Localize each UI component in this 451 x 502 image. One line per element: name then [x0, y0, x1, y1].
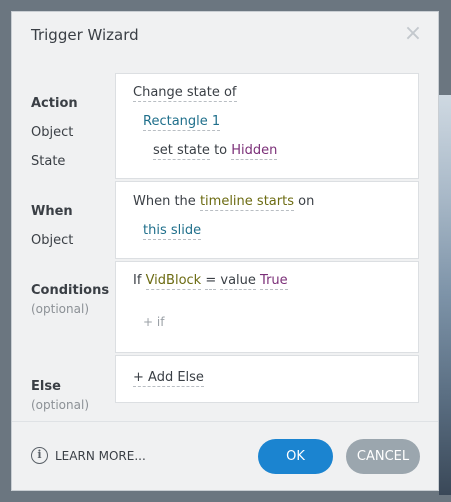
- condition-value-type-dropdown[interactable]: value: [220, 273, 256, 290]
- ok-button[interactable]: OK: [258, 439, 333, 474]
- condition-variable-dropdown[interactable]: VidBlock: [145, 273, 202, 290]
- action-state-label: State: [31, 154, 66, 169]
- condition-value-dropdown[interactable]: True: [260, 273, 288, 290]
- when-object-dropdown[interactable]: this slide: [143, 223, 202, 240]
- add-if-button[interactable]: + if: [143, 315, 164, 329]
- else-label: Else: [31, 379, 61, 394]
- else-panel: + Add Else: [115, 355, 419, 403]
- action-verb-dropdown[interactable]: Change state of: [133, 85, 237, 102]
- when-event-dropdown[interactable]: timeline starts: [199, 194, 294, 211]
- when-prefix-text: When the: [133, 194, 196, 209]
- state-prefix-dropdown[interactable]: set state: [153, 143, 210, 160]
- dialog-title: Trigger Wizard: [31, 26, 139, 44]
- trigger-wizard-dialog: Trigger Wizard × Action Object State Cha…: [11, 11, 439, 491]
- if-text: If: [133, 273, 142, 288]
- conditions-optional-label: (optional): [31, 302, 89, 316]
- action-label: Action: [31, 96, 78, 111]
- action-object-label: Object: [31, 125, 74, 140]
- action-object-dropdown[interactable]: Rectangle 1: [143, 114, 221, 131]
- when-panel: When the timeline starts on this slide: [115, 181, 419, 259]
- else-optional-label: (optional): [31, 398, 89, 412]
- conditions-panel: If VidBlock = value True + if: [115, 261, 419, 353]
- condition-operator-dropdown[interactable]: =: [205, 273, 217, 290]
- state-to-text: to: [214, 143, 228, 158]
- info-icon: i: [31, 447, 48, 464]
- close-icon[interactable]: ×: [400, 21, 426, 47]
- when-label: When: [31, 204, 73, 219]
- dialog-header: Trigger Wizard ×: [12, 12, 438, 60]
- dialog-body: Action Object State Change state of Rect…: [12, 59, 438, 422]
- learn-more-link[interactable]: i LEARN MORE...: [31, 447, 146, 464]
- cancel-button[interactable]: CANCEL: [346, 439, 420, 474]
- learn-more-label: LEARN MORE...: [55, 448, 146, 463]
- when-suffix-text: on: [298, 194, 315, 209]
- dialog-footer: i LEARN MORE... OK CANCEL: [12, 422, 438, 490]
- when-object-label: Object: [31, 233, 74, 248]
- conditions-label: Conditions: [31, 283, 110, 298]
- action-panel: Change state of Rectangle 1 set state to…: [115, 73, 419, 179]
- add-else-button[interactable]: + Add Else: [133, 370, 204, 387]
- background-slide-strip: [439, 95, 451, 495]
- state-value-dropdown[interactable]: Hidden: [231, 143, 278, 160]
